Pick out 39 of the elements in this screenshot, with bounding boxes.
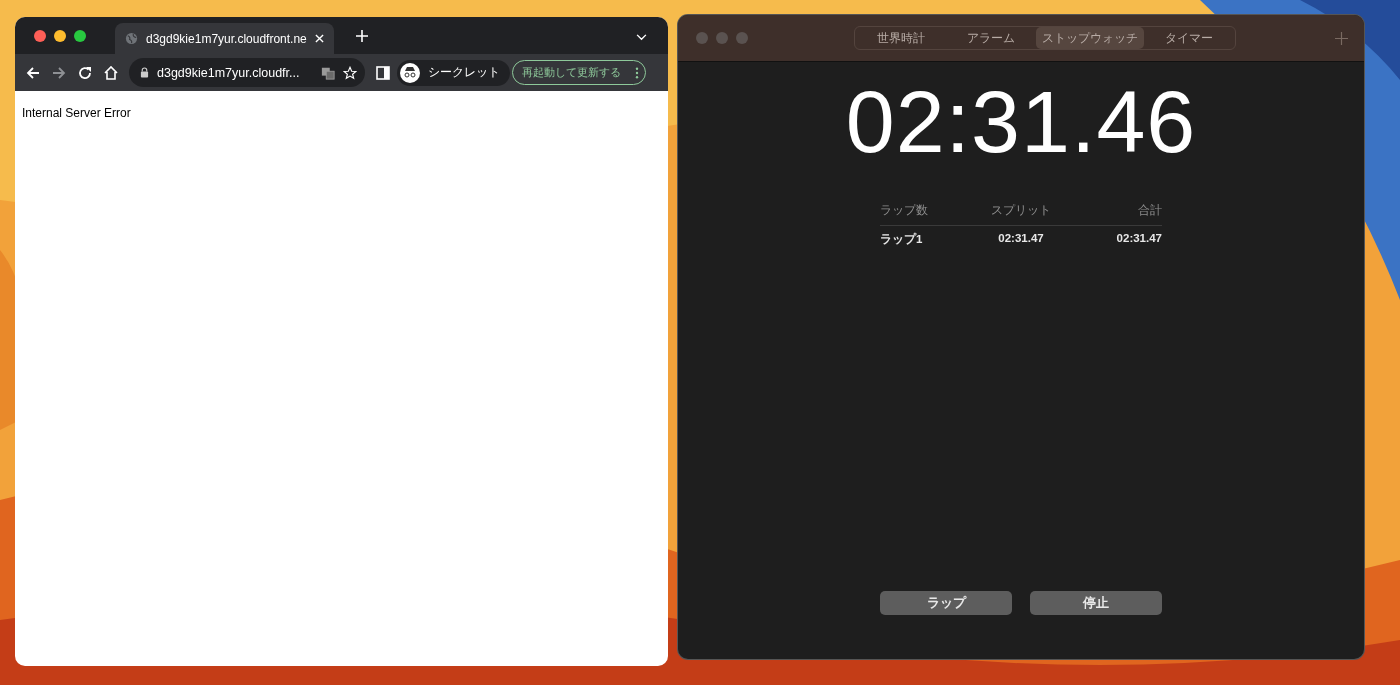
incognito-chip[interactable]: シークレット bbox=[397, 59, 510, 86]
new-tab-icon[interactable] bbox=[355, 29, 368, 42]
zoom-window-icon[interactable] bbox=[74, 29, 86, 42]
lap-name: ラップ1 bbox=[880, 232, 924, 247]
close-window-icon[interactable] bbox=[34, 29, 46, 42]
split-time: 02:31.47 bbox=[997, 232, 1045, 246]
forward-arrow-icon[interactable] bbox=[51, 64, 67, 81]
error-message: Internal Server Error bbox=[22, 106, 131, 120]
relaunch-update-button[interactable]: 再起動して更新する bbox=[512, 60, 646, 85]
translate-icon[interactable] bbox=[321, 65, 335, 80]
column-header: 合計 bbox=[1137, 202, 1162, 219]
browser-tab[interactable]: d3gd9kie1m7yur.cloudfront.ne bbox=[115, 23, 334, 54]
chevron-down-icon[interactable] bbox=[636, 34, 647, 41]
side-panel-icon[interactable] bbox=[375, 64, 391, 81]
minimize-window-icon[interactable] bbox=[54, 29, 66, 42]
back-arrow-icon[interactable] bbox=[25, 64, 41, 81]
home-icon[interactable] bbox=[103, 64, 119, 81]
globe-icon bbox=[125, 32, 138, 45]
view-tab[interactable]: タイマー bbox=[1144, 27, 1234, 49]
stop-button[interactable]: 停止 bbox=[1030, 591, 1162, 615]
incognito-icon bbox=[400, 62, 420, 83]
column-header: スプリット bbox=[990, 202, 1052, 219]
incognito-label: シークレット bbox=[428, 64, 500, 81]
url-text: d3gd9kie1m7yur.cloudfr... bbox=[157, 65, 301, 80]
close-icon[interactable] bbox=[314, 34, 324, 43]
elapsed-time: 02:31.46 bbox=[845, 78, 1197, 166]
more-menu-icon[interactable] bbox=[635, 66, 639, 79]
address-bar[interactable]: d3gd9kie1m7yur.cloudfr... bbox=[129, 58, 365, 87]
lock-icon bbox=[140, 67, 149, 78]
total-time: 02:31.47 bbox=[1115, 232, 1162, 246]
column-header: ラップ数 bbox=[880, 202, 929, 219]
tab-title: d3gd9kie1m7yur.cloudfront.ne bbox=[146, 31, 307, 46]
view-tab[interactable]: アラーム bbox=[946, 27, 1036, 49]
lap-button[interactable]: ラップ bbox=[880, 591, 1012, 615]
add-icon[interactable] bbox=[1335, 32, 1348, 45]
reload-icon[interactable] bbox=[77, 64, 93, 81]
view-tab[interactable]: ストップウォッチ bbox=[1036, 27, 1144, 49]
view-tab[interactable]: 世界時計 bbox=[856, 27, 946, 49]
star-icon[interactable] bbox=[343, 65, 357, 80]
